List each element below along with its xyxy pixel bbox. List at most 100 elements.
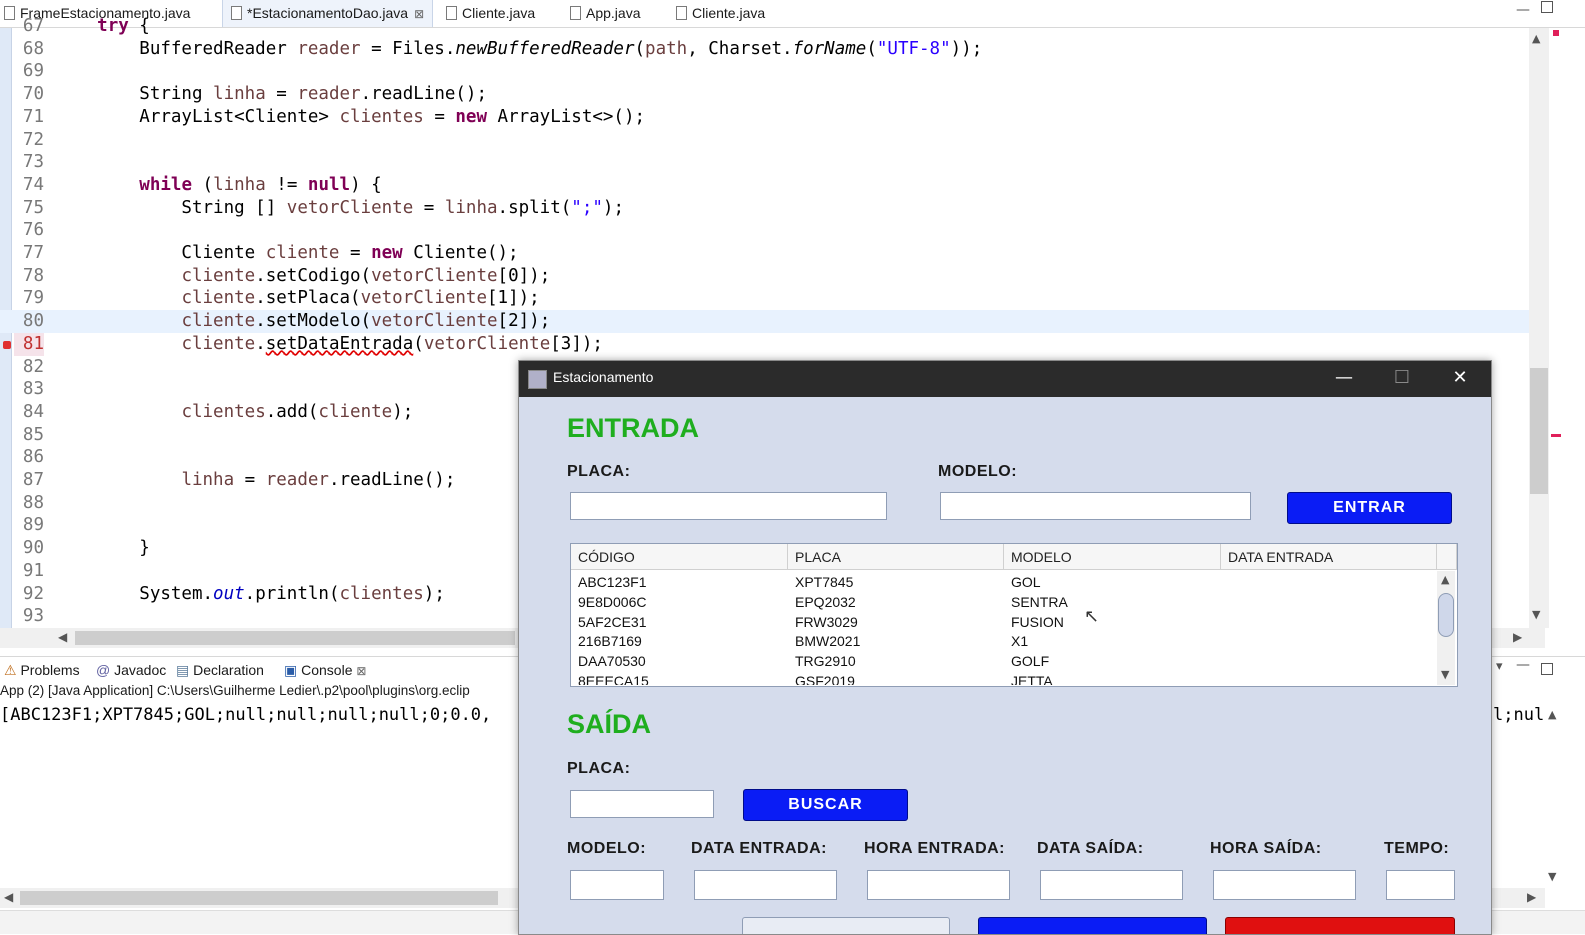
code-text: ArrayList<Cliente> clientes = new ArrayL… [55, 106, 646, 127]
table-cell: ABC123F1 [578, 574, 647, 590]
table-cell: BMW2021 [795, 633, 861, 650]
entrada-modelo-label: MODELO: [938, 463, 1018, 480]
line-number: 85 [22, 424, 44, 445]
window-titlebar[interactable]: Estacionamento — ☐ ✕ [519, 361, 1491, 397]
column-header-data-entrada[interactable]: DATA ENTRADA [1221, 544, 1437, 570]
table-cell: FUSION [1011, 613, 1064, 630]
tab-console[interactable]: ▣ Console ⊠ [284, 657, 366, 683]
table-cell: XPT7845 [795, 574, 854, 590]
code-text: cliente.setDataEntrada(vetorCliente[3]); [181, 333, 603, 354]
code-text: cliente.setPlaca(vetorCliente[1]); [181, 288, 540, 309]
error-marker-icon[interactable] [3, 341, 11, 349]
table-row[interactable]: 216B7169 BMW2021 X1 [571, 631, 1435, 651]
code-line[interactable]: 78 cliente.setCodigo(vetorCliente[0]); [0, 265, 1545, 288]
line-number: 83 [22, 379, 44, 400]
scroll-right-icon[interactable]: ▶ [1513, 630, 1522, 644]
table-vertical-scrollbar[interactable]: ▲ ▼ [1437, 571, 1455, 685]
scroll-up-icon[interactable]: ▲ [1532, 32, 1540, 45]
line-number: 72 [22, 129, 44, 150]
code-line[interactable]: 70 String linha = reader.readLine(); [0, 83, 1545, 106]
saida-hora-saida-label: HORA SAÍDA: [1210, 840, 1322, 857]
saida-placa-input[interactable] [570, 790, 714, 818]
code-text: clientes.add(cliente); [181, 401, 414, 422]
table-row[interactable]: DAA70530 TRG2910 GOLF [571, 651, 1435, 671]
code-line[interactable]: 72 [0, 129, 1545, 152]
scroll-thumb[interactable] [1530, 368, 1548, 494]
console-scroll-up-icon[interactable]: ▲ [1548, 708, 1556, 721]
entrada-placa-input[interactable] [570, 492, 887, 520]
code-line[interactable]: 73 [0, 151, 1545, 174]
code-line[interactable]: 69 [0, 60, 1545, 83]
table-scroll-down-icon[interactable]: ▼ [1441, 668, 1449, 681]
code-line[interactable]: 79 cliente.setPlaca(vetorCliente[1]); [0, 287, 1545, 310]
scroll-down-icon[interactable]: ▼ [1532, 608, 1540, 621]
view-menu-icon[interactable]: ▾ [1496, 659, 1503, 674]
bottom-button-blue[interactable] [978, 917, 1207, 934]
saida-hora-entrada-field[interactable] [867, 870, 1010, 900]
table-scroll-thumb[interactable] [1438, 593, 1454, 637]
tab-javadoc[interactable]: @ Javadoc [96, 657, 166, 683]
minimize-window-button[interactable]: — [1315, 361, 1373, 397]
editor-vertical-scrollbar[interactable]: ▲ ▼ [1529, 28, 1549, 628]
console-scroll-left-icon[interactable]: ◀ [4, 890, 13, 904]
code-line[interactable]: 77 Cliente cliente = new Cliente(); [0, 242, 1545, 265]
column-header-placa[interactable]: PLACA [788, 544, 1004, 570]
table-scroll-up-icon[interactable]: ▲ [1441, 573, 1449, 586]
code-line[interactable]: 76 [0, 219, 1545, 242]
code-line[interactable]: 75 String [] vetorCliente = linha.split(… [0, 197, 1545, 220]
tab-problems[interactable]: ⚠ Problems [4, 657, 80, 683]
column-header-modelo[interactable]: MODELO [1004, 544, 1221, 570]
table-row[interactable]: 8EEECA15 GSF2019 JETTA [571, 671, 1435, 685]
column-header-codigo[interactable]: CÓDIGO [571, 544, 788, 570]
overview-marker[interactable] [1551, 434, 1561, 437]
table-row[interactable]: 5AF2CE31 FRW3029 FUSION [571, 612, 1435, 632]
clientes-table[interactable]: CÓDIGO PLACA MODELO DATA ENTRADA ABC123F… [570, 543, 1458, 687]
saida-hora-entrada-label: HORA ENTRADA: [864, 840, 1006, 857]
entrada-placa-label: PLACA: [567, 463, 631, 480]
scroll-left-icon[interactable]: ◀ [58, 630, 67, 644]
hscroll-thumb[interactable] [75, 631, 515, 645]
code-line[interactable]: 67 try { [0, 15, 1545, 38]
minimize-view-icon[interactable]: — [1516, 657, 1530, 673]
table-row[interactable]: 9E8D006C EPQ2032 SENTRA [571, 592, 1435, 612]
maximize-window-button[interactable]: ☐ [1373, 361, 1431, 397]
console-hscroll-thumb[interactable] [20, 891, 498, 905]
console-scroll-right-icon[interactable]: ▶ [1527, 890, 1536, 904]
entrar-button[interactable]: ENTRAR [1287, 492, 1452, 524]
console-scroll-down-icon[interactable]: ▼ [1548, 870, 1556, 883]
saida-tempo-field[interactable] [1386, 870, 1455, 900]
line-number: 69 [22, 61, 44, 82]
saida-data-saida-field[interactable] [1040, 870, 1183, 900]
code-line[interactable]: 68 BufferedReader reader = Files.newBuff… [0, 38, 1545, 61]
saida-hora-saida-field[interactable] [1213, 870, 1356, 900]
saida-modelo-field[interactable] [570, 870, 664, 900]
tab-declaration[interactable]: ▤ Declaration [176, 657, 264, 683]
close-console-icon[interactable]: ⊠ [356, 664, 366, 678]
code-text: cliente.setModelo(vetorCliente[2]); [181, 311, 551, 332]
line-number: 75 [22, 197, 44, 218]
saida-data-entrada-field[interactable] [694, 870, 837, 900]
line-number: 73 [22, 152, 44, 173]
mouse-cursor-icon: ↖ [1084, 606, 1100, 627]
bottom-button-red[interactable] [1225, 917, 1455, 934]
declaration-icon: ▤ [176, 662, 190, 678]
overview-error-marker[interactable] [1553, 30, 1559, 36]
maximize-view-icon[interactable] [1541, 663, 1553, 675]
code-line[interactable]: 71 ArrayList<Cliente> clientes = new Arr… [0, 106, 1545, 129]
maximize-editor-icon[interactable] [1541, 1, 1553, 13]
entrada-modelo-input[interactable] [940, 492, 1251, 520]
line-number: 70 [22, 84, 44, 105]
table-row[interactable]: ABC123F1 XPT7845 GOL [571, 572, 1435, 592]
line-number: 81 [14, 332, 44, 356]
javadoc-icon: @ [96, 662, 111, 678]
close-window-button[interactable]: ✕ [1431, 361, 1489, 397]
table-cell: JETTA [1011, 673, 1053, 685]
code-line[interactable]: 80 cliente.setModelo(vetorCliente[2]); [0, 310, 1545, 334]
code-text: String [] vetorCliente = linha.split(";"… [55, 197, 624, 218]
code-line[interactable]: 74 while (linha != null) { [0, 174, 1545, 197]
entrada-heading: ENTRADA [567, 413, 699, 443]
line-number: 88 [22, 492, 44, 513]
bottom-button-left[interactable] [742, 917, 950, 934]
buscar-button[interactable]: BUSCAR [743, 789, 908, 821]
code-line[interactable]: 81 cliente.setDataEntrada(vetorCliente[3… [0, 332, 1545, 356]
